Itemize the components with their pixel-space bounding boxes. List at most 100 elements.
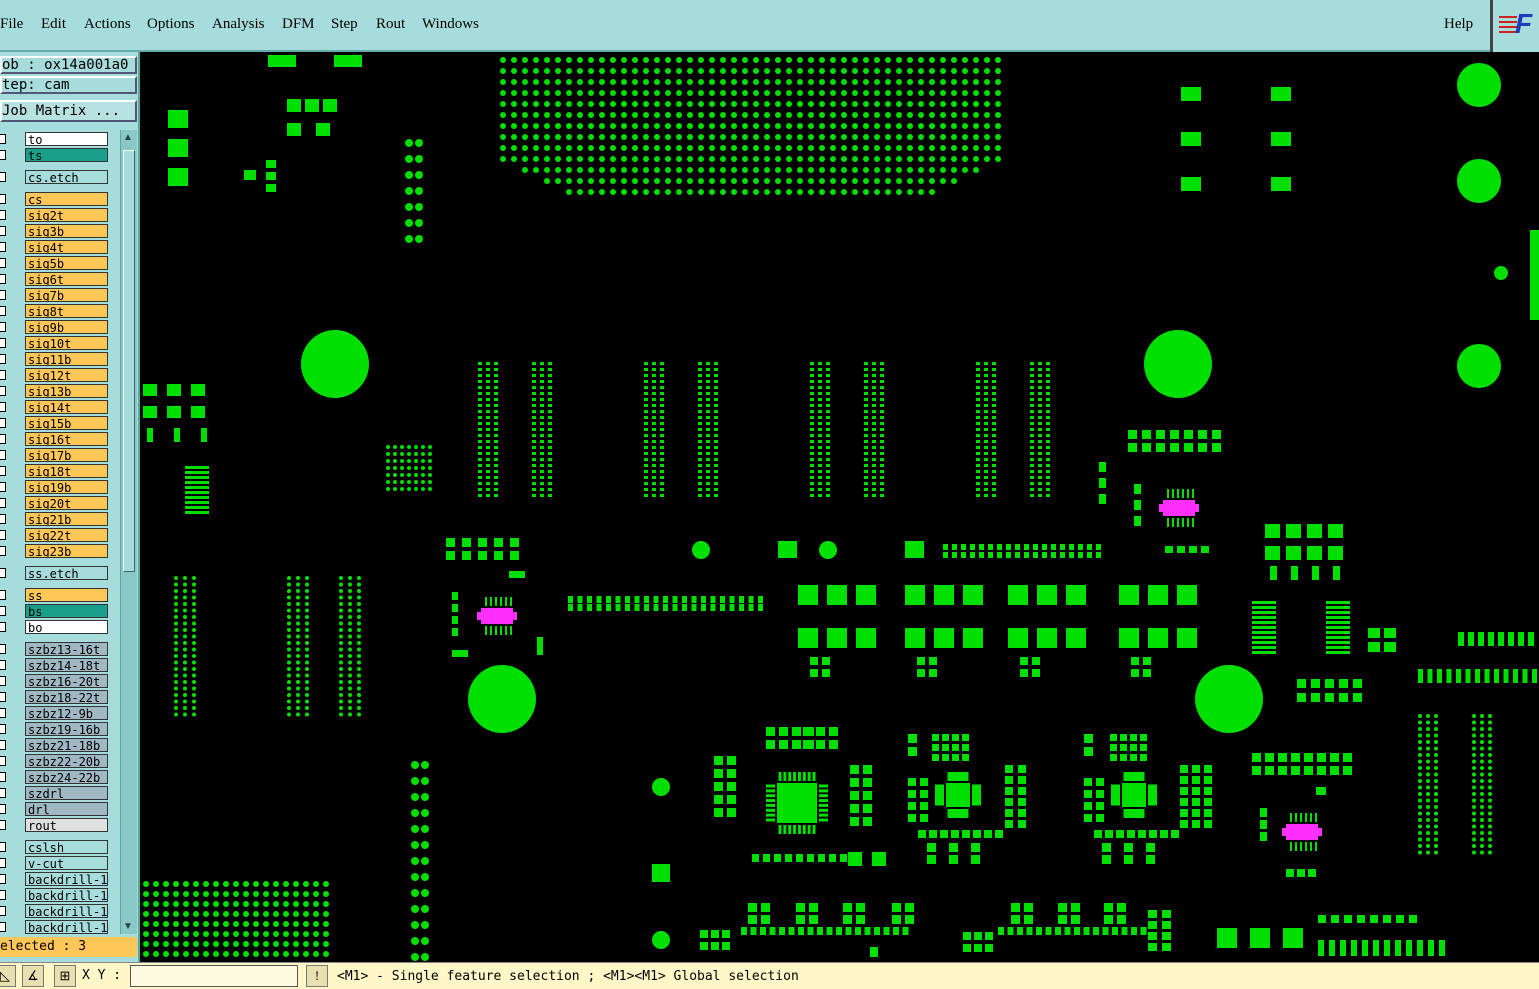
layer-name[interactable]: cs.etch [25, 170, 108, 184]
layer-name[interactable]: szbz16-20t [25, 674, 108, 688]
menu-help[interactable]: Help [1444, 16, 1473, 33]
layer-row[interactable]: sig21b [0, 512, 112, 527]
layer-name[interactable]: sig20t [25, 496, 108, 510]
layer-row[interactable]: sig3b [0, 224, 112, 239]
layer-checkbox[interactable] [0, 708, 6, 718]
layer-checkbox[interactable] [0, 290, 6, 300]
scroll-down-icon[interactable]: ▼ [123, 921, 133, 932]
layer-name[interactable]: bs [25, 604, 108, 618]
layer-name[interactable]: szbz13-16t [25, 642, 108, 656]
layer-checkbox[interactable] [0, 622, 6, 632]
layer-row[interactable]: sig23b [0, 544, 112, 559]
layer-name[interactable]: szbz24-22b [25, 770, 108, 784]
layer-name[interactable]: sig5b [25, 256, 108, 270]
layer-name[interactable]: ss [25, 588, 108, 602]
layer-checkbox[interactable] [0, 676, 6, 686]
layer-checkbox[interactable] [0, 842, 6, 852]
layer-row[interactable]: sig20t [0, 496, 112, 511]
layer-name[interactable]: to [25, 132, 108, 146]
layer-row[interactable]: sig19b [0, 480, 112, 495]
layer-row[interactable]: ss [0, 588, 112, 603]
layer-row[interactable]: bs [0, 604, 112, 619]
alert-icon[interactable]: ! [306, 965, 328, 987]
layer-name[interactable]: rout [25, 818, 108, 832]
layer-checkbox[interactable] [0, 788, 6, 798]
layer-name[interactable]: sig8t [25, 304, 108, 318]
layer-checkbox[interactable] [0, 820, 6, 830]
layer-row[interactable]: szbz16-20t [0, 674, 112, 689]
layer-name[interactable]: bo [25, 620, 108, 634]
layer-name[interactable]: sig3b [25, 224, 108, 238]
layer-name[interactable]: sig11b [25, 352, 108, 366]
layer-row[interactable]: to [0, 132, 112, 147]
menu-analysis[interactable]: Analysis [212, 16, 265, 33]
layer-row[interactable]: sig17b [0, 448, 112, 463]
measure-icon[interactable]: ∡ [22, 965, 44, 987]
layer-checkbox[interactable] [0, 386, 6, 396]
layer-name[interactable]: szbz12-9b [25, 706, 108, 720]
layer-row[interactable]: backdrill-1- [0, 920, 112, 935]
layer-checkbox[interactable] [0, 530, 6, 540]
layer-name[interactable]: sig21b [25, 512, 108, 526]
layer-name[interactable]: backdrill-1- [25, 920, 108, 934]
layer-row[interactable]: szbz12-9b [0, 706, 112, 721]
layer-name[interactable]: sig9b [25, 320, 108, 334]
layer-row[interactable]: szbz21-18b [0, 738, 112, 753]
layer-row[interactable]: sig6t [0, 272, 112, 287]
layer-checkbox[interactable] [0, 274, 6, 284]
layer-checkbox[interactable] [0, 756, 6, 766]
layer-checkbox[interactable] [0, 194, 6, 204]
layer-row[interactable]: sig11b [0, 352, 112, 367]
job-matrix-button[interactable]: Job Matrix ... [0, 100, 137, 122]
layer-row[interactable]: sig18t [0, 464, 112, 479]
layer-checkbox[interactable] [0, 922, 6, 932]
layer-name[interactable]: szdrl [25, 786, 108, 800]
layer-row[interactable]: sig10t [0, 336, 112, 351]
layer-name[interactable]: sig15b [25, 416, 108, 430]
xy-input[interactable] [130, 965, 298, 987]
layer-row[interactable]: rout [0, 818, 112, 833]
layer-row[interactable]: backdrill-1- [0, 872, 112, 887]
layer-name[interactable]: sig18t [25, 464, 108, 478]
layer-row[interactable]: cslsh [0, 840, 112, 855]
layer-name[interactable]: v-cut [25, 856, 108, 870]
layer-checkbox[interactable] [0, 546, 6, 556]
menu-rout[interactable]: Rout [376, 16, 405, 33]
layer-checkbox[interactable] [0, 322, 6, 332]
layer-row[interactable]: sig4t [0, 240, 112, 255]
layer-row[interactable]: sig2t [0, 208, 112, 223]
layer-checkbox[interactable] [0, 660, 6, 670]
layer-row[interactable]: backdrill-1- [0, 888, 112, 903]
layer-name[interactable]: szbz21-18b [25, 738, 108, 752]
layer-name[interactable]: sig16t [25, 432, 108, 446]
layer-row[interactable]: sig5b [0, 256, 112, 271]
layer-name[interactable]: szbz18-22t [25, 690, 108, 704]
layer-name[interactable]: ss.etch [25, 566, 108, 580]
layer-row[interactable]: sig22t [0, 528, 112, 543]
layer-scrollbar[interactable]: ▲ ▼ [120, 130, 137, 934]
layer-checkbox[interactable] [0, 370, 6, 380]
layer-name[interactable]: sig12t [25, 368, 108, 382]
layer-checkbox[interactable] [0, 890, 6, 900]
layer-row[interactable]: szbz13-16t [0, 642, 112, 657]
layer-row[interactable]: szdrl [0, 786, 112, 801]
layer-checkbox[interactable] [0, 590, 6, 600]
layer-name[interactable]: backdrill-1- [25, 888, 108, 902]
layer-checkbox[interactable] [0, 724, 6, 734]
layer-checkbox[interactable] [0, 434, 6, 444]
layer-row[interactable]: sig13b [0, 384, 112, 399]
layer-checkbox[interactable] [0, 258, 6, 268]
layer-row[interactable]: sig8t [0, 304, 112, 319]
layer-name[interactable]: sig2t [25, 208, 108, 222]
layer-checkbox[interactable] [0, 644, 6, 654]
layer-checkbox[interactable] [0, 210, 6, 220]
graphic-editor-canvas[interactable] [140, 52, 1539, 962]
layer-checkbox[interactable] [0, 450, 6, 460]
snap-icon[interactable]: ◺ [0, 965, 16, 987]
layer-row[interactable]: v-cut [0, 856, 112, 871]
layer-name[interactable]: szbz19-16b [25, 722, 108, 736]
menu-step[interactable]: Step [331, 16, 358, 33]
layer-checkbox[interactable] [0, 514, 6, 524]
layer-name[interactable]: drl [25, 802, 108, 816]
layer-checkbox[interactable] [0, 150, 6, 160]
